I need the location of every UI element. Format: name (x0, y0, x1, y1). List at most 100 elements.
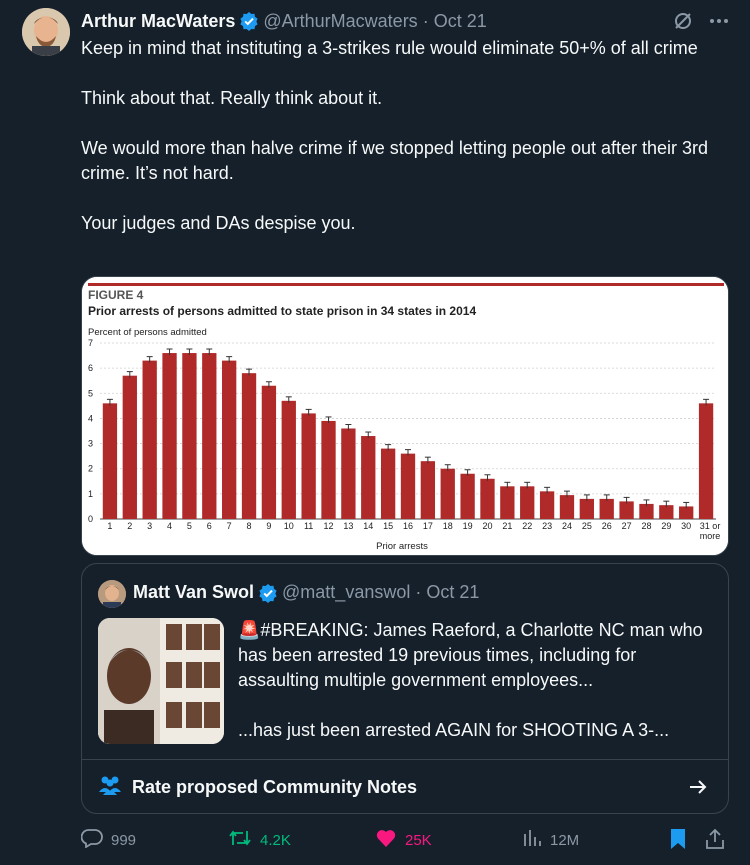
like-count: 25K (405, 831, 432, 849)
x-tick-label: 21 (502, 521, 512, 531)
action-bar: 999 4.2K 25K 12M (80, 828, 731, 858)
bar (261, 385, 277, 519)
bar (659, 505, 674, 519)
y-tick-label: 0 (88, 514, 93, 524)
verified-badge-icon (258, 583, 278, 603)
x-tick-label: 4 (167, 521, 172, 531)
x-tick-label: 31 or (700, 521, 721, 531)
tweet-header: Arthur MacWaters @ArthurMacwaters · Oct … (81, 10, 730, 32)
like-button[interactable]: 25K (375, 828, 432, 852)
author-handle[interactable]: @ArthurMacwaters (263, 11, 417, 32)
bar (321, 420, 336, 519)
views-icon (522, 828, 542, 852)
quoted-author-name[interactable]: Matt Van Swol (133, 582, 254, 603)
separator-dot: · (415, 582, 422, 602)
x-tick-label: 10 (284, 521, 294, 531)
chart-title: Prior arrests of persons admitted to sta… (88, 304, 476, 318)
quoted-tweet[interactable]: Matt Van Swol @matt_vanswol · Oct 21 🚨#B… (81, 563, 729, 814)
tweet-paragraph: Your judges and DAs despise you. (81, 213, 356, 233)
x-tick-label: more (700, 531, 721, 541)
y-tick-label: 6 (88, 363, 93, 373)
author-name[interactable]: Arthur MacWaters (81, 11, 235, 32)
views-count: 12M (550, 831, 580, 849)
tweet-paragraph: Think about that. Really think about it. (81, 88, 383, 108)
bar (480, 478, 495, 519)
bar (222, 360, 237, 519)
x-tick-label: 23 (542, 521, 552, 531)
bar (182, 353, 197, 519)
share-icon (705, 828, 725, 854)
bar (539, 491, 555, 519)
bar (599, 498, 614, 519)
chart-xlabel: Prior arrests (376, 541, 428, 552)
views-button[interactable]: 12M (522, 828, 579, 852)
quoted-text: 🚨#BREAKING: James Raeford, a Charlotte N… (238, 618, 714, 768)
bar (202, 353, 217, 519)
chart-ylabel: Percent of persons admitted (88, 327, 207, 338)
bar (520, 486, 535, 519)
y-tick-label: 4 (88, 413, 93, 423)
y-tick-label: 1 (88, 489, 93, 499)
bar (698, 403, 714, 519)
bar (142, 360, 157, 519)
x-tick-label: 28 (641, 521, 651, 531)
quoted-author-handle[interactable]: @matt_vanswol (282, 582, 410, 603)
x-tick-label: 13 (343, 521, 353, 531)
x-tick-label: 19 (463, 521, 473, 531)
y-tick-label: 7 (88, 338, 93, 348)
x-tick-label: 11 (304, 521, 313, 531)
x-tick-label: 26 (602, 521, 612, 531)
quoted-paragraph: ...has just been arrested AGAIN for SHOO… (238, 720, 670, 740)
community-notes-label[interactable]: Rate proposed Community Notes (132, 777, 417, 798)
chart-image[interactable]: FIGURE 4 Prior arrests of persons admitt… (81, 276, 729, 556)
bar (341, 428, 356, 519)
quoted-author-avatar[interactable] (98, 580, 126, 608)
community-notes-row[interactable]: Rate proposed Community Notes (98, 760, 712, 814)
arrow-right-icon[interactable] (688, 778, 708, 801)
x-tick-label: 2 (127, 521, 132, 531)
x-tick-label: 5 (187, 521, 192, 531)
quoted-date[interactable]: Oct 21 (426, 582, 479, 603)
repost-icon (228, 828, 252, 852)
bar (460, 473, 475, 519)
bookmark-icon (669, 828, 687, 854)
x-tick-label: 29 (661, 521, 671, 531)
x-tick-label: 24 (562, 521, 572, 531)
quoted-media-thumbnail[interactable] (98, 618, 224, 744)
people-icon (98, 775, 122, 800)
bar (579, 498, 594, 519)
bar (400, 453, 416, 519)
y-tick-label: 2 (88, 464, 93, 474)
y-tick-label: 3 (88, 439, 93, 449)
y-tick-label: 5 (88, 388, 93, 398)
x-tick-label: 18 (443, 521, 453, 531)
more-icon[interactable] (708, 10, 730, 37)
tweet: Arthur MacWaters @ArthurMacwaters · Oct … (0, 0, 750, 865)
x-tick-label: 17 (423, 521, 433, 531)
share-button[interactable] (705, 828, 725, 854)
reply-count: 999 (111, 831, 137, 849)
repost-button[interactable]: 4.2K (228, 828, 291, 852)
x-tick-label: 3 (147, 521, 152, 531)
repost-count: 4.2K (260, 831, 291, 849)
bar (380, 448, 396, 519)
x-tick-label: 22 (522, 521, 532, 531)
tweet-date[interactable]: Oct 21 (434, 11, 487, 32)
heart-icon (375, 828, 397, 852)
x-tick-label: 30 (681, 521, 691, 531)
author-avatar[interactable] (22, 8, 70, 56)
bar-chart: FIGURE 4 Prior arrests of persons admitt… (82, 277, 728, 555)
bar (241, 373, 257, 519)
reply-button[interactable]: 999 (80, 828, 137, 852)
separator-dot: · (422, 10, 429, 31)
bookmark-button[interactable] (669, 828, 687, 854)
chart-top-rule (88, 283, 724, 286)
x-tick-label: 1 (107, 521, 112, 531)
grok-icon[interactable] (672, 10, 694, 37)
quoted-paragraph: 🚨#BREAKING: James Raeford, a Charlotte N… (238, 620, 703, 690)
verified-badge-icon (239, 11, 259, 31)
x-tick-label: 12 (324, 521, 334, 531)
x-tick-label: 9 (266, 521, 271, 531)
bar (102, 403, 118, 519)
reply-icon (80, 828, 103, 852)
